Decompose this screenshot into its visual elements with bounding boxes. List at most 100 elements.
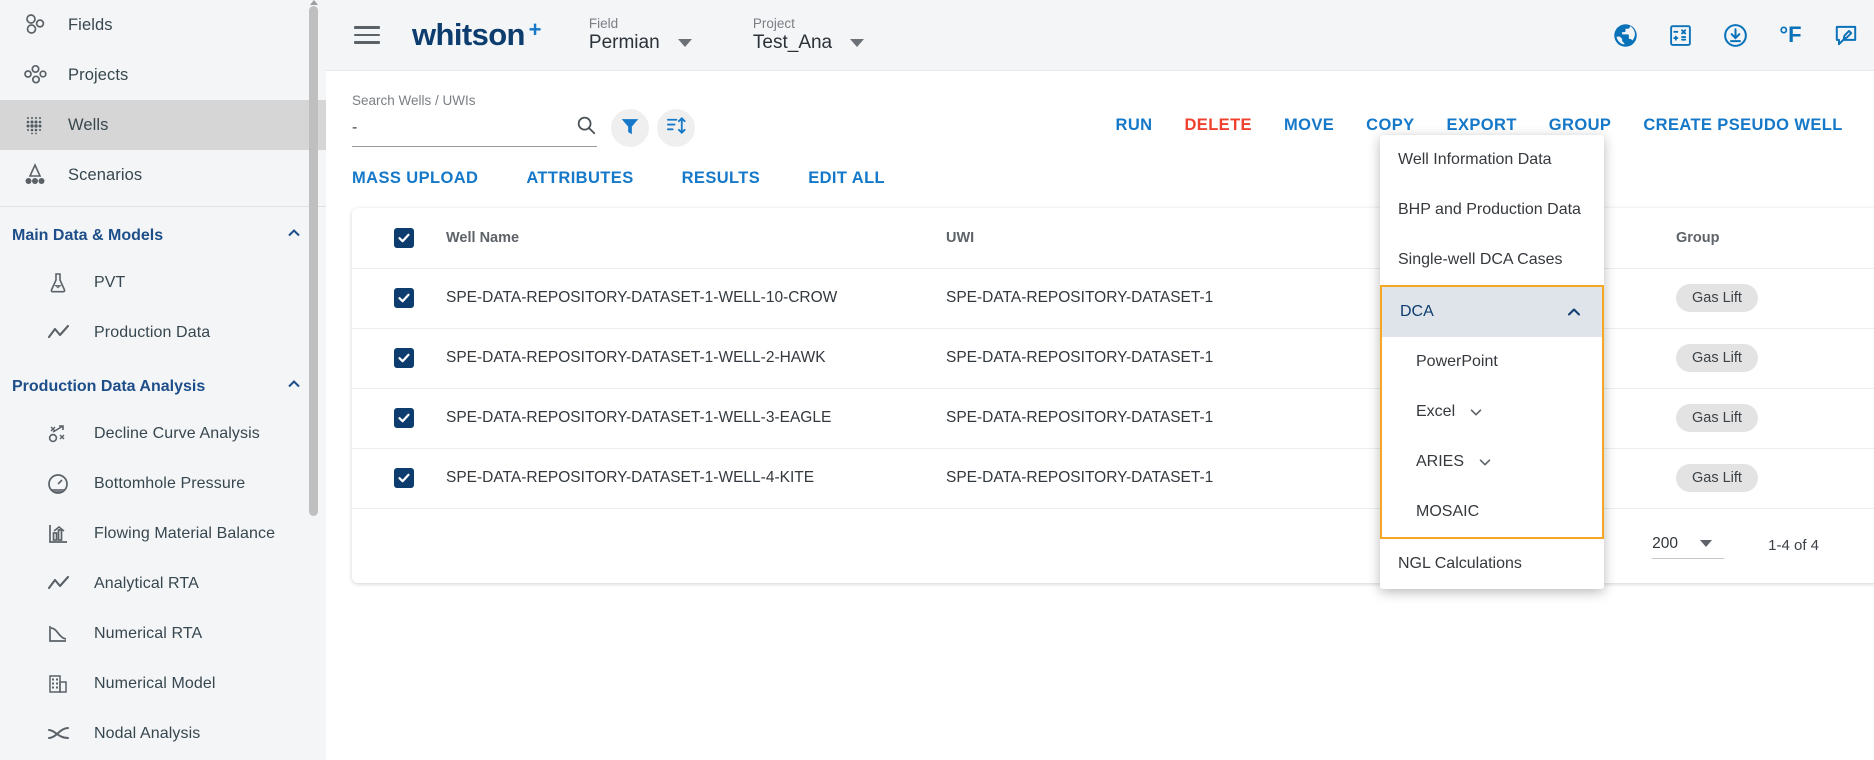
sidebar-item-flowing-material-balance[interactable]: Flowing Material Balance	[0, 509, 326, 559]
row-checkbox[interactable]	[394, 348, 414, 368]
flask-icon	[46, 271, 94, 295]
move-button[interactable]: MOVE	[1268, 108, 1350, 143]
sidebar-item-label: Production Data	[94, 324, 211, 341]
tab-edit-all[interactable]: EDIT ALL	[808, 163, 905, 194]
sidebar-item-bottomhole-pressure[interactable]: Bottomhole Pressure	[0, 459, 326, 509]
decline-curve-icon	[46, 422, 94, 446]
select-all-checkbox[interactable]	[394, 227, 414, 248]
dca-submenu-group: DCA PowerPoint Excel ARIES MOSAIC	[1380, 285, 1604, 539]
main-content: whitson + Field Permian Project Test_Ana	[326, 0, 1874, 760]
status-badge: Gas Lift	[1676, 464, 1758, 492]
sidebar-item-label: Wells	[68, 115, 109, 134]
table-row[interactable]: SPE-DATA-REPOSITORY-DATASET-1-WELL-4-KIT…	[352, 448, 1874, 509]
sidebar: Fields Projects Wells Scenarios Main Dat…	[0, 0, 326, 760]
table-row[interactable]: SPE-DATA-REPOSITORY-DATASET-1-WELL-2-HAW…	[352, 328, 1874, 389]
sidebar-item-label: Analytical RTA	[94, 575, 199, 592]
sidebar-item-label: Numerical RTA	[94, 625, 203, 642]
sidebar-group-production-data-analysis[interactable]: Production Data Analysis	[0, 358, 326, 409]
chevron-up-icon	[284, 374, 304, 399]
cell-group: Gas Lift	[1676, 268, 1874, 329]
sidebar-item-fields[interactable]: Fields	[0, 0, 326, 50]
temperature-fahrenheit-icon[interactable]: °F	[1774, 19, 1807, 52]
caret-down-icon[interactable]	[677, 39, 692, 47]
filter-button[interactable]	[611, 109, 649, 147]
row-select-cell	[352, 328, 446, 389]
sidebar-group-main-data-models[interactable]: Main Data & Models	[0, 207, 326, 258]
menu-item-dca[interactable]: DCA	[1382, 287, 1602, 337]
sidebar-item-decline-curve-analysis[interactable]: Decline Curve Analysis	[0, 409, 326, 459]
tab-mass-upload[interactable]: MASS UPLOAD	[352, 163, 498, 194]
menu-item-excel[interactable]: Excel	[1382, 387, 1602, 437]
sort-button[interactable]	[657, 109, 695, 147]
row-checkbox[interactable]	[394, 468, 414, 488]
field-selector[interactable]: Field Permian	[589, 16, 709, 54]
wells-icon	[22, 112, 68, 138]
add-well-button[interactable]: ADD WELL	[1859, 108, 1874, 143]
cell-well-name: SPE-DATA-REPOSITORY-DATASET-1-WELL-4-KIT…	[446, 448, 946, 509]
sidebar-item-production-data[interactable]: Production Data	[0, 308, 326, 358]
run-button[interactable]: RUN	[1100, 108, 1169, 143]
status-badge: Gas Lift	[1676, 344, 1758, 372]
projects-icon	[22, 62, 68, 88]
create-pseudo-well-button[interactable]: CREATE PSEUDO WELL	[1627, 108, 1858, 143]
table-row[interactable]: SPE-DATA-REPOSITORY-DATASET-1-WELL-10-CR…	[352, 268, 1874, 329]
project-selector[interactable]: Project Test_Ana	[753, 16, 873, 54]
rows-per-page-select[interactable]: 200	[1652, 533, 1725, 559]
project-selector-label: Project	[752, 16, 795, 31]
sidebar-item-projects[interactable]: Projects	[0, 50, 326, 100]
sidebar-item-label: Fields	[68, 15, 113, 34]
column-header-well-name[interactable]: Well Name	[446, 208, 946, 269]
sidebar-item-scenarios[interactable]: Scenarios	[0, 150, 326, 200]
delete-button[interactable]: DELETE	[1168, 108, 1268, 143]
sidebar-item-label: Nodal Analysis	[94, 725, 201, 742]
application-window: Fields Projects Wells Scenarios Main Dat…	[0, 0, 1874, 760]
sidebar-group-label: Main Data & Models	[12, 226, 164, 244]
sidebar-item-label: Flowing Material Balance	[94, 525, 276, 542]
line-chart-icon	[46, 321, 94, 345]
menu-item-mosaic[interactable]: MOSAIC	[1382, 487, 1602, 537]
scrollbar-thumb[interactable]	[309, 6, 318, 516]
sort-icon	[665, 114, 688, 142]
menu-item-label: PowerPoint	[1416, 353, 1498, 370]
sidebar-item-analytical-rta[interactable]: Analytical RTA	[0, 559, 326, 609]
sidebar-item-nodal-analysis[interactable]: Nodal Analysis	[0, 709, 326, 759]
row-checkbox[interactable]	[394, 288, 414, 308]
download-icon[interactable]	[1719, 19, 1752, 52]
sidebar-item-numerical-rta[interactable]: Numerical RTA	[0, 609, 326, 659]
cell-well-name: SPE-DATA-REPOSITORY-DATASET-1-WELL-3-EAG…	[446, 388, 946, 449]
search-input[interactable]	[352, 118, 542, 137]
menu-item-powerpoint[interactable]: PowerPoint	[1382, 337, 1602, 387]
menu-item-ngl-calculations[interactable]: NGL Calculations	[1380, 539, 1604, 589]
table-row[interactable]: SPE-DATA-REPOSITORY-DATASET-1-WELL-3-EAG…	[352, 388, 1874, 449]
project-selector-value: Test_Ana	[752, 32, 833, 53]
chevron-down-icon	[1476, 453, 1494, 471]
menu-item-aries[interactable]: ARIES	[1382, 437, 1602, 487]
scroll-up-arrow-icon[interactable]	[310, 0, 318, 5]
tab-bar: MASS UPLOAD ATTRIBUTES RESULTS EDIT ALL	[326, 147, 1874, 194]
calculator-icon[interactable]	[1664, 19, 1697, 52]
hamburger-icon[interactable]	[354, 21, 388, 49]
sidebar-item-numerical-model[interactable]: Numerical Model	[0, 659, 326, 709]
sidebar-item-label: Decline Curve Analysis	[94, 425, 260, 442]
sidebar-group-label: Production Data Analysis	[12, 377, 206, 395]
sidebar-item-label: Bottomhole Pressure	[94, 475, 246, 492]
caret-down-icon[interactable]	[850, 39, 865, 47]
sidebar-scrollbar[interactable]	[309, 0, 318, 760]
menu-item-label: MOSAIC	[1416, 503, 1480, 520]
globe-icon[interactable]	[1609, 19, 1642, 52]
feedback-icon[interactable]	[1829, 19, 1862, 52]
tab-results[interactable]: RESULTS	[682, 163, 781, 194]
menu-item-well-information-data[interactable]: Well Information Data	[1380, 135, 1604, 185]
menu-item-bhp-and-production-data[interactable]: BHP and Production Data	[1380, 185, 1604, 235]
sidebar-item-pvt[interactable]: PVT	[0, 258, 326, 308]
bar-chart-icon	[46, 522, 94, 546]
caret-down-icon	[1700, 540, 1712, 547]
row-checkbox[interactable]	[394, 408, 414, 428]
sidebar-item-wells[interactable]: Wells	[0, 100, 326, 150]
cell-group: Gas Lift	[1676, 448, 1874, 509]
column-header-group[interactable]: Group	[1676, 208, 1874, 269]
tab-attributes[interactable]: ATTRIBUTES	[526, 163, 653, 194]
search-icon[interactable]	[575, 114, 597, 141]
select-all-cell	[352, 208, 446, 269]
menu-item-single-well-dca-cases[interactable]: Single-well DCA Cases	[1380, 235, 1604, 285]
